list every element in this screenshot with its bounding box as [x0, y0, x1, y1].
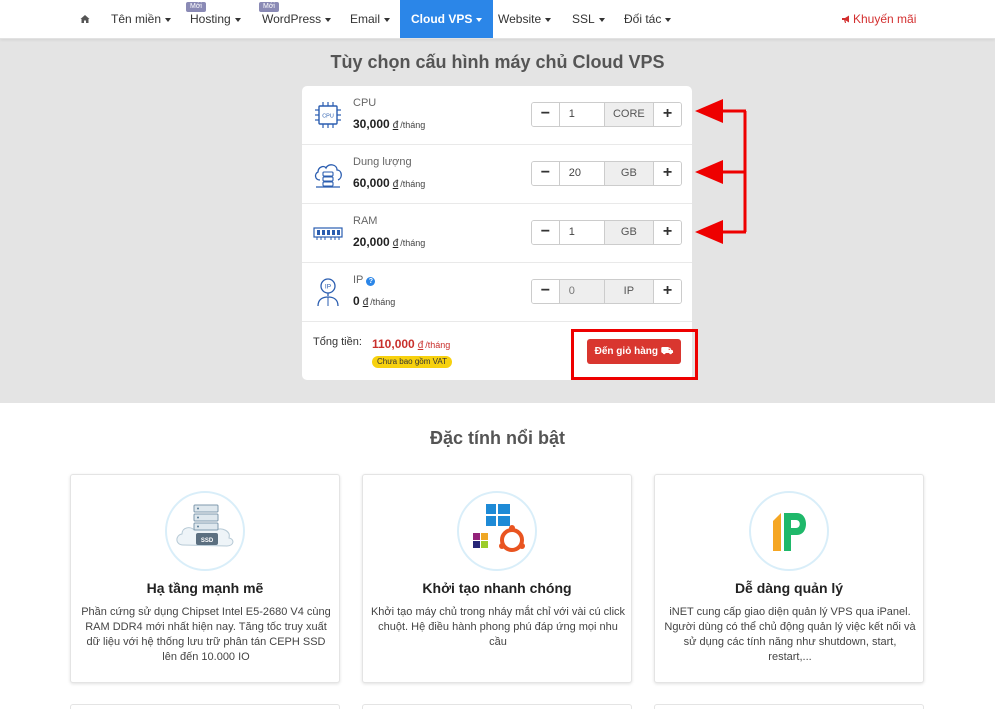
- config-row-ip: IP IP? 0 đ/tháng − 0 IP +: [302, 263, 692, 322]
- config-row-storage: Dung lượng 60,000 đ/tháng − 20 GB +: [302, 145, 692, 204]
- row-price: 20,000 đ/tháng: [353, 235, 426, 249]
- nav-website[interactable]: Website: [498, 0, 552, 38]
- cpu-icon: CPU: [315, 102, 341, 128]
- caret-down-icon: [234, 17, 241, 22]
- unit-label: CORE: [604, 103, 655, 126]
- feature-description: iNET cung cấp giao diện quản lý VPS qua …: [664, 606, 916, 663]
- nav-cloud-vps[interactable]: Cloud VPS: [400, 0, 494, 38]
- annotation-arrows: [695, 99, 747, 244]
- ip-icon: IP: [317, 278, 339, 307]
- feature-card-partial: [362, 704, 632, 709]
- increment-button[interactable]: +: [654, 221, 681, 244]
- unit-label: GB: [604, 162, 655, 185]
- row-label: CPU: [353, 97, 377, 109]
- feature-card: Khởi tạo nhanh chóng Khởi tạo máy chủ tr…: [362, 474, 632, 683]
- caret-down-icon: [545, 17, 552, 22]
- feature-title: Hạ tầng mạnh mẽ: [146, 580, 264, 596]
- help-icon[interactable]: ?: [366, 277, 376, 286]
- ssd-server-icon: SSD: [165, 491, 245, 571]
- cloud-storage-icon: [314, 164, 342, 188]
- feature-title: Dễ dàng quản lý: [734, 580, 844, 596]
- nav-promotion[interactable]: Khuyến mãi: [841, 0, 916, 38]
- feature-card: SSD Hạ tầng mạnh mẽ Phần cứng sử dụng Ch…: [70, 474, 340, 683]
- caret-down-icon: [598, 17, 605, 22]
- row-price: 30,000 đ/tháng: [353, 117, 426, 131]
- nav-partners[interactable]: Đối tác: [624, 0, 672, 38]
- cpu-quantity-input[interactable]: 1: [558, 103, 605, 126]
- caret-down-icon: [325, 17, 332, 22]
- top-navbar: Tên miền Mới Hosting Mới WordPress Email…: [0, 0, 995, 39]
- ram-stepper: − 1 GB +: [531, 220, 682, 245]
- config-row-ram: RAM 20,000 đ/tháng − 1 GB +: [302, 204, 692, 263]
- svg-text:SSD: SSD: [201, 538, 214, 544]
- decrement-button[interactable]: −: [532, 103, 559, 126]
- os-logos-icon: [457, 491, 537, 571]
- config-row-cpu: CPU CPU 30,000 đ/tháng − 1 CORE +: [302, 86, 692, 145]
- vat-badge: Chưa bao gồm VAT: [372, 356, 452, 368]
- ram-icon: [313, 227, 343, 240]
- storage-stepper: − 20 GB +: [531, 161, 682, 186]
- svg-text:IP: IP: [325, 284, 331, 291]
- feature-card: Dễ dàng quản lý iNET cung cấp giao diện …: [654, 474, 924, 683]
- decrement-button[interactable]: −: [532, 221, 559, 244]
- unit-label: GB: [604, 221, 655, 244]
- caret-down-icon: [476, 17, 483, 22]
- row-price: 0 đ/tháng: [353, 294, 396, 308]
- row-label: IP?: [353, 274, 376, 286]
- feature-card-partial: [654, 704, 924, 709]
- feature-title: Khởi tạo nhanh chóng: [422, 580, 572, 596]
- caret-down-icon: [165, 17, 172, 22]
- total-price: 110,000 đ/tháng: [372, 337, 451, 351]
- increment-button[interactable]: +: [654, 103, 681, 126]
- features-title: Đặc tính nổi bật: [430, 428, 565, 448]
- unit-label: IP: [604, 280, 655, 303]
- svg-text:CPU: CPU: [322, 114, 334, 120]
- ip-quantity-input[interactable]: 0: [558, 280, 605, 303]
- caret-down-icon: [665, 17, 672, 22]
- feature-description: Phần cứng sử dụng Chipset Intel E5-2680 …: [81, 606, 331, 663]
- add-to-cart-button[interactable]: Đến giỏ hàng ⛟: [587, 339, 681, 364]
- storage-quantity-input[interactable]: 20: [558, 162, 605, 185]
- config-title: Tùy chọn cấu hình máy chủ Cloud VPS: [330, 52, 665, 72]
- decrement-button[interactable]: −: [532, 162, 559, 185]
- nav-domain[interactable]: Tên miền: [111, 0, 172, 38]
- nav-email[interactable]: Email: [350, 0, 391, 38]
- row-label: RAM: [353, 215, 378, 227]
- feature-description: Khởi tạo máy chủ trong nháy mắt chỉ với …: [370, 606, 626, 648]
- megaphone-icon: [842, 15, 849, 23]
- increment-button[interactable]: +: [654, 280, 681, 303]
- ip-stepper: − 0 IP +: [531, 279, 682, 304]
- row-price: 60,000 đ/tháng: [353, 176, 426, 190]
- cpu-stepper: − 1 CORE +: [531, 102, 682, 127]
- caret-down-icon: [384, 17, 391, 22]
- nav-ssl[interactable]: SSL: [572, 0, 605, 38]
- cart-icon: ⛟: [660, 346, 674, 357]
- feature-card-partial: [70, 704, 340, 709]
- nav-hosting[interactable]: Hosting: [190, 0, 241, 38]
- home-icon[interactable]: [78, 12, 92, 26]
- row-label: Dung lượng: [353, 156, 412, 168]
- nav-wordpress[interactable]: WordPress: [262, 0, 332, 38]
- increment-button[interactable]: +: [654, 162, 681, 185]
- ram-quantity-input[interactable]: 1: [558, 221, 605, 244]
- decrement-button[interactable]: −: [532, 280, 559, 303]
- total-label: Tổng tiền:: [313, 336, 362, 348]
- ipanel-logo-icon: [749, 491, 829, 571]
